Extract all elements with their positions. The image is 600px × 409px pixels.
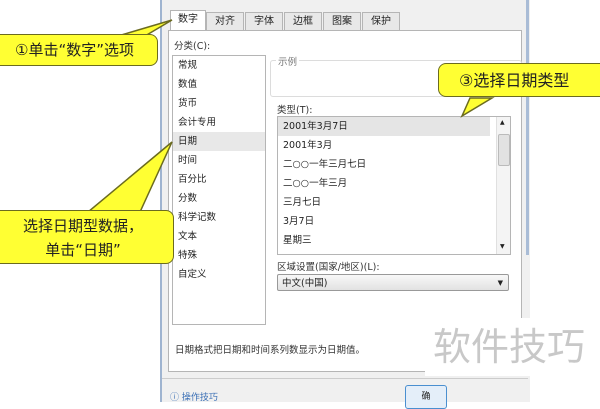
callout-3: ③选择日期类型 xyxy=(438,63,600,97)
callout-2-line1: 选择日期型数据， xyxy=(22,217,143,235)
callout-2: 选择日期型数据， 单击“日期” xyxy=(0,210,174,264)
callout-3-pointer xyxy=(460,97,495,118)
callout-1: ①单击“数字”选项 xyxy=(0,34,158,66)
callout-2-line2: 单击“日期” xyxy=(45,241,121,259)
callout-2-pointer xyxy=(85,141,173,213)
